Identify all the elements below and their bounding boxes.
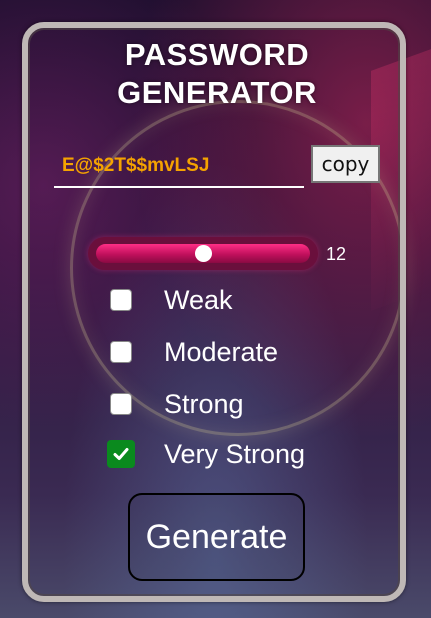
strength-option[interactable]: Very Strong [107, 438, 370, 470]
checkbox[interactable] [110, 341, 132, 363]
checkbox[interactable] [110, 393, 132, 415]
checkbox[interactable] [110, 289, 132, 311]
length-slider[interactable] [88, 237, 318, 270]
title-line-1: PASSWORD [124, 37, 310, 72]
generate-button[interactable]: Generate [128, 493, 305, 581]
strength-option-label: Weak [164, 284, 233, 315]
length-value: 12 [326, 244, 347, 264]
title-line-2: GENERATOR [117, 75, 317, 110]
strength-option[interactable]: Weak [110, 284, 370, 316]
copy-button[interactable]: copy [311, 145, 380, 183]
page-title: PASSWORD GENERATOR [22, 36, 412, 112]
strength-option-label: Strong [164, 388, 244, 419]
strength-option-label: Very Strong [164, 438, 306, 469]
password-output[interactable]: E@$2T$$mvLSJ [54, 146, 304, 188]
slider-thumb[interactable] [195, 245, 212, 262]
strength-option-label: Moderate [164, 336, 279, 367]
strength-option[interactable]: Moderate [110, 336, 370, 368]
checkmark-icon [113, 448, 129, 460]
checkbox-checked[interactable] [107, 440, 135, 468]
strength-option[interactable]: Strong [110, 388, 370, 420]
